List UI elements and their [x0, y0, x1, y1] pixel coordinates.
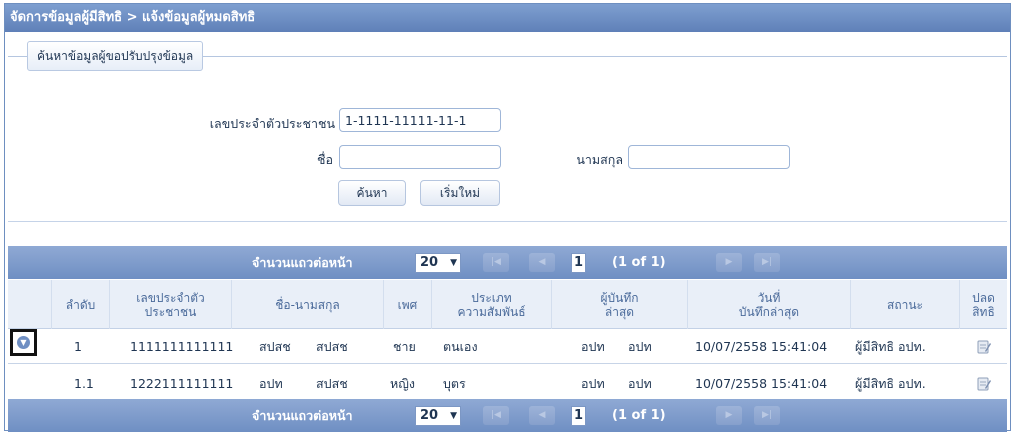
- header-id: เลขประจำตัว ประชาชน: [110, 280, 232, 329]
- search-fieldset: ค้นหาข้อมูลผู้ขอปรับปรุงข้อมูล: [8, 41, 1007, 224]
- current-page[interactable]: 1: [571, 253, 586, 273]
- dropdown-arrow-icon: ▼: [450, 258, 457, 268]
- header-type-line2: ความสัมพันธ์: [457, 304, 526, 319]
- edit-note-icon[interactable]: [977, 376, 991, 391]
- name-field[interactable]: [339, 145, 501, 169]
- last-page-icon[interactable]: ▶|: [754, 253, 780, 272]
- id-field[interactable]: [339, 108, 501, 132]
- prev-page-icon[interactable]: ◀: [529, 253, 555, 272]
- header-date: วันที่ บันทึกล่าสุด: [688, 280, 851, 329]
- row-seq: 1: [74, 339, 82, 354]
- row-status: ผู้มีสิทธิ อปท.: [855, 339, 926, 354]
- reset-button[interactable]: เริ่มใหม่: [420, 180, 500, 206]
- surname-label: นามสกุล: [576, 152, 623, 167]
- prev-page-icon[interactable]: ◀: [529, 406, 555, 425]
- page-count: (1 of 1): [612, 408, 666, 423]
- page-frame: จัดการข้อมูลผู้มีสิทธิ > แจ้งข้อมูลผู้หม…: [4, 3, 1011, 432]
- row-recorder-last: อปท: [628, 376, 652, 391]
- header-type: ประเภท ความสัมพันธ์: [432, 280, 552, 329]
- header-id-line1: เลขประจำตัว: [136, 290, 205, 305]
- header-type-line1: ประเภท: [471, 290, 512, 305]
- rows-per-page-value: 20: [420, 255, 439, 270]
- expand-row-icon: ▼: [17, 336, 30, 349]
- header-seq: ลำดับ: [52, 280, 110, 329]
- row-status: ผู้มีสิทธิ อปท.: [855, 376, 926, 391]
- header-name: ชื่อ-นามสกุล: [232, 280, 384, 329]
- row-recorder-first: อปท: [581, 376, 605, 391]
- row-gender: หญิง: [390, 376, 415, 391]
- next-page-icon[interactable]: ▶: [716, 253, 742, 272]
- next-page-icon[interactable]: ▶: [716, 406, 742, 425]
- search-button[interactable]: ค้นหา: [338, 180, 406, 206]
- header-status: สถานะ: [851, 280, 960, 329]
- row-recorder-first: อปท: [581, 339, 605, 354]
- header-recorder-line2: ล่าสุด: [604, 304, 635, 319]
- row-type: ตนเอง: [443, 339, 478, 354]
- first-page-icon[interactable]: |◀: [483, 253, 509, 272]
- row-type: บุตร: [443, 376, 466, 391]
- divider: [8, 221, 1007, 222]
- pager-top: จำนวนแถวต่อหน้า 20 ▼ |◀ ◀ 1 (1 of 1) ▶ ▶…: [8, 246, 1007, 279]
- table-header: ลำดับ เลขประจำตัว ประชาชน ชื่อ-นามสกุล เ…: [8, 280, 1007, 329]
- last-page-icon[interactable]: ▶|: [754, 406, 780, 425]
- page-title: จัดการข้อมูลผู้มีสิทธิ > แจ้งข้อมูลผู้หม…: [5, 4, 1010, 32]
- table-row[interactable]: 1.1 1222111111111 อปท สปสช หญิง บุตร อปท…: [8, 366, 1007, 401]
- rows-per-page-select[interactable]: 20 ▼: [415, 406, 461, 426]
- page-count: (1 of 1): [612, 255, 666, 270]
- id-label: เลขประจำตัวประชาชน: [209, 116, 335, 131]
- row-last-name: สปสช: [316, 339, 348, 354]
- row-last-name: สปสช: [316, 376, 348, 391]
- header-expand: [8, 280, 52, 329]
- header-revoke-line1: ปลด: [972, 290, 995, 305]
- row-first-name: สปสช: [259, 339, 291, 354]
- rows-per-page-value: 20: [420, 408, 439, 423]
- row-date: 10/07/2558 15:41:04: [695, 339, 828, 354]
- header-date-line2: บันทึกล่าสุด: [738, 304, 800, 319]
- pager-bottom: จำนวนแถวต่อหน้า 20 ▼ |◀ ◀ 1 (1 of 1) ▶ ▶…: [8, 399, 1007, 432]
- rows-per-page-label: จำนวนแถวต่อหน้า: [252, 255, 353, 270]
- header-recorder: ผู้บันทึก ล่าสุด: [552, 280, 688, 329]
- row-id: 1222111111111: [130, 376, 234, 391]
- header-gender: เพศ: [384, 280, 432, 329]
- expand-row-button[interactable]: ▼: [10, 329, 37, 356]
- search-legend: ค้นหาข้อมูลผู้ขอปรับปรุงข้อมูล: [27, 41, 204, 71]
- header-id-line2: ประชาชน: [144, 304, 197, 319]
- table-row[interactable]: 1 1111111111111 สปสช สปสช ชาย ตนเอง อปท …: [8, 329, 1007, 364]
- current-page[interactable]: 1: [571, 406, 586, 426]
- row-date: 10/07/2558 15:41:04: [695, 376, 828, 391]
- header-revoke-line2: สิทธิ: [972, 304, 995, 319]
- row-first-name: อปท: [259, 376, 283, 391]
- rows-per-page-select[interactable]: 20 ▼: [415, 253, 461, 273]
- row-gender: ชาย: [393, 339, 416, 354]
- row-seq: 1.1: [74, 376, 94, 391]
- header-revoke: ปลด สิทธิ: [960, 280, 1007, 329]
- row-recorder-last: อปท: [628, 339, 652, 354]
- dropdown-arrow-icon: ▼: [450, 411, 457, 421]
- surname-field[interactable]: [628, 145, 790, 169]
- rows-per-page-label: จำนวนแถวต่อหน้า: [252, 408, 353, 423]
- row-id: 1111111111111: [130, 339, 234, 354]
- header-date-line1: วันที่: [757, 290, 781, 305]
- header-recorder-line1: ผู้บันทึก: [600, 290, 639, 305]
- edit-note-icon[interactable]: [977, 339, 991, 354]
- first-page-icon[interactable]: |◀: [483, 406, 509, 425]
- name-label: ชื่อ: [317, 152, 333, 167]
